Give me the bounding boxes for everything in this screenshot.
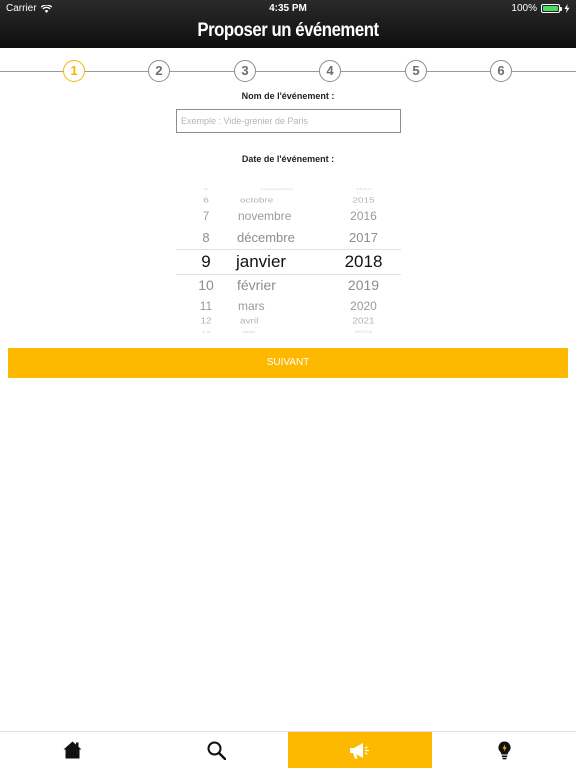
picker-selection-bottom (176, 274, 401, 275)
event-name-label: Nom de l'événement : (241, 91, 335, 101)
picker-row[interactable]: 12 avril 2021 (176, 318, 401, 326)
tab-bar (0, 731, 576, 768)
picker-selection-top (176, 249, 401, 250)
next-button[interactable]: SUIVANT (8, 348, 568, 378)
picker-row[interactable]: 5 septembre 2014 (176, 188, 401, 190)
tab-search[interactable] (144, 732, 288, 768)
picker-row[interactable]: 13 mai 2022 (176, 330, 401, 333)
megaphone-icon (349, 742, 369, 758)
search-icon (207, 741, 226, 760)
navigation-bar: Carrier 4:35 PM 100% Proposer un événeme… (0, 0, 576, 48)
picker-row-selected[interactable]: 9 janvier 2018 (176, 253, 401, 270)
tab-ideas[interactable] (432, 732, 576, 768)
tab-propose-event[interactable] (288, 732, 432, 768)
step-5[interactable]: 5 (405, 60, 427, 82)
step-4[interactable]: 4 (319, 60, 341, 82)
page-title: Proposer un événement (197, 20, 379, 41)
lightbulb-icon (497, 741, 511, 760)
tab-home[interactable] (0, 732, 144, 768)
event-name-input[interactable] (176, 109, 401, 133)
picker-row[interactable]: 6 octobre 2015 (176, 197, 401, 205)
picker-row[interactable]: 8 décembre 2017 (176, 231, 401, 244)
step-6[interactable]: 6 (490, 60, 512, 82)
home-icon (63, 741, 81, 759)
battery-percent: 100% (511, 3, 537, 14)
step-1[interactable]: 1 (63, 60, 85, 82)
date-picker[interactable]: 5 septembre 2014 6 octobre 2015 7 novemb… (176, 186, 401, 334)
picker-row[interactable]: 10 février 2019 (176, 278, 401, 292)
status-bar: Carrier 4:35 PM 100% (0, 0, 576, 17)
battery-icon (541, 4, 562, 13)
event-date-label: Date de l'événement : (241, 154, 335, 164)
charging-icon (564, 4, 570, 13)
status-time: 4:35 PM (269, 3, 307, 14)
picker-row[interactable]: 11 mars 2020 (176, 300, 401, 312)
step-2[interactable]: 2 (148, 60, 170, 82)
step-3[interactable]: 3 (234, 60, 256, 82)
step-indicator: 1 2 3 4 5 6 (0, 58, 576, 84)
picker-row[interactable]: 7 novembre 2016 (176, 210, 401, 222)
